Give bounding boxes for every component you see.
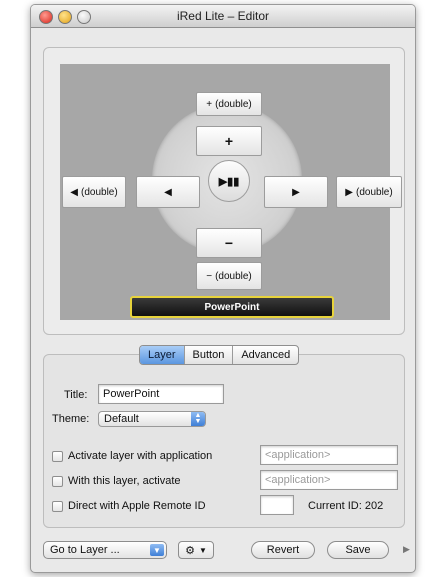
- right-arrow-icon: ▶: [292, 186, 300, 198]
- button-label: (double): [81, 186, 118, 198]
- with-layer-activate-checkbox[interactable]: [52, 476, 63, 487]
- activate-with-app-field[interactable]: <application>: [260, 445, 398, 465]
- tab-button[interactable]: Button: [185, 346, 234, 364]
- go-to-layer-label: Go to Layer ...: [50, 544, 120, 556]
- button-label: (double): [356, 186, 393, 198]
- button-label: (double): [215, 270, 252, 282]
- activate-with-app-label: Activate layer with application: [68, 450, 213, 462]
- next-double-button[interactable]: ▶ (double): [336, 176, 402, 208]
- editor-tabs: Layer Button Advanced: [139, 345, 300, 365]
- theme-select[interactable]: Default ▲ ▼: [98, 411, 206, 427]
- volume-up-button[interactable]: +: [196, 126, 262, 156]
- volume-down-double-button[interactable]: − (double): [196, 262, 262, 290]
- previous-button[interactable]: ◀: [136, 176, 200, 208]
- with-layer-activate-field[interactable]: <application>: [260, 470, 398, 490]
- disclosure-triangle-icon[interactable]: ▶: [403, 544, 410, 555]
- plus-icon: +: [224, 133, 234, 149]
- remote-panel: + (double) + ◀ (double) ◀ ▶▮▮ ▶ ▶ (doubl…: [43, 47, 405, 335]
- minus-icon: −: [206, 270, 213, 282]
- current-id-label: Current ID: 202: [308, 500, 384, 512]
- volume-up-double-button[interactable]: + (double): [196, 92, 262, 116]
- layer-settings-panel: Title: PowerPoint Theme: Default ▲ ▼ Acti…: [43, 354, 405, 528]
- current-layer-name: PowerPoint: [130, 296, 334, 318]
- revert-button[interactable]: Revert: [251, 541, 315, 559]
- editor-window: iRed Lite – Editor + (double) + ◀ (doubl…: [30, 4, 416, 573]
- next-button[interactable]: ▶: [264, 176, 328, 208]
- direct-remote-id-checkbox[interactable]: [52, 501, 63, 512]
- activate-with-app-checkbox[interactable]: [52, 451, 63, 462]
- previous-double-button[interactable]: ◀ (double): [62, 176, 126, 208]
- right-arrow-icon: ▶: [345, 186, 353, 198]
- action-menu-button[interactable]: ⚙ ▼: [178, 541, 214, 559]
- gear-icon: ⚙: [185, 544, 195, 557]
- tab-advanced[interactable]: Advanced: [233, 346, 298, 364]
- title-bar[interactable]: iRed Lite – Editor: [31, 5, 415, 28]
- with-layer-activate-label: With this layer, activate: [68, 475, 181, 487]
- play-pause-button[interactable]: ▶▮▮: [208, 160, 250, 202]
- chevron-down-icon: ▼: [198, 545, 207, 555]
- go-to-layer-select[interactable]: Go to Layer ... ▼: [43, 541, 167, 559]
- save-button[interactable]: Save: [327, 541, 389, 559]
- minus-icon: −: [224, 235, 234, 251]
- remote-id-field[interactable]: [260, 495, 294, 515]
- play-pause-icon: ▶▮▮: [218, 175, 240, 188]
- direct-remote-id-label: Direct with Apple Remote ID: [68, 500, 206, 512]
- window-title: iRed Lite – Editor: [176, 9, 270, 23]
- theme-select-value: Default: [104, 413, 139, 425]
- tab-layer[interactable]: Layer: [140, 346, 185, 364]
- theme-label: Theme:: [52, 413, 90, 425]
- left-arrow-icon: ◀: [70, 186, 78, 198]
- plus-icon: +: [206, 98, 213, 110]
- volume-down-button[interactable]: −: [196, 228, 262, 258]
- chevron-down-icon: ▼: [150, 544, 164, 556]
- title-label: Title:: [64, 389, 88, 401]
- title-input[interactable]: PowerPoint: [98, 384, 224, 404]
- remote-canvas: + (double) + ◀ (double) ◀ ▶▮▮ ▶ ▶ (doubl…: [60, 64, 402, 320]
- left-arrow-icon: ◀: [164, 186, 172, 198]
- chevron-updown-icon: ▲ ▼: [191, 412, 205, 426]
- button-label: (double): [215, 98, 252, 110]
